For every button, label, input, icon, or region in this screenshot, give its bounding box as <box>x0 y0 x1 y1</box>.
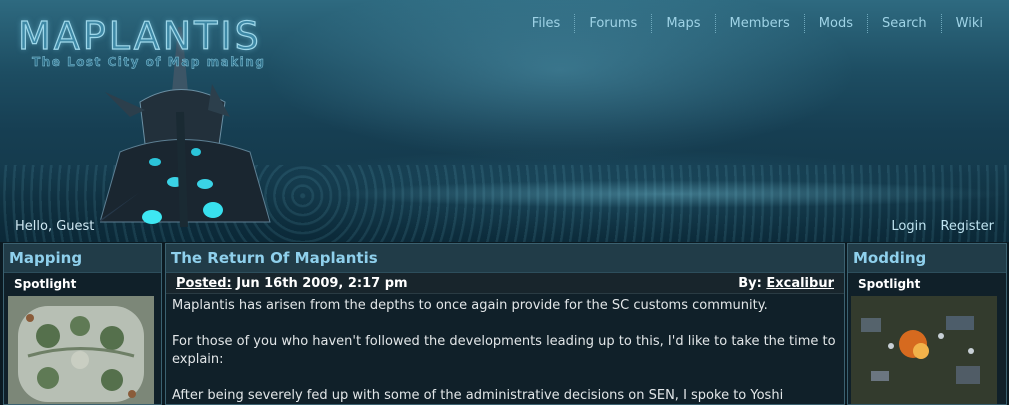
news-byline: By: Excalibur <box>738 276 834 291</box>
nav-forums[interactable]: Forums <box>574 14 651 33</box>
register-link[interactable]: Register <box>940 219 994 234</box>
account-links: Login Register <box>891 219 994 234</box>
mapping-spotlight-label: Spotlight <box>14 277 77 291</box>
nav-maps[interactable]: Maps <box>651 14 714 33</box>
nav-mods[interactable]: Mods <box>803 14 867 33</box>
site-logo[interactable]: MAPLANTIS <box>17 13 262 58</box>
news-posted: Posted: Jun 16th 2009, 2:17 pm <box>176 276 408 291</box>
mod-spotlight-image[interactable] <box>851 296 997 405</box>
author-link[interactable]: Excalibur <box>766 276 834 291</box>
news-panel: The Return Of Maplantis Posted: Jun 16th… <box>165 243 845 405</box>
posted-date: Jun 16th 2009, 2:17 pm <box>236 275 408 291</box>
banner-light-glow <box>330 180 1009 208</box>
map-spotlight-image[interactable] <box>8 296 154 405</box>
mapping-panel-title: Mapping <box>4 244 161 273</box>
nav-search[interactable]: Search <box>867 14 941 33</box>
news-paragraph: Maplantis has arisen from the depths to … <box>172 298 768 313</box>
login-link[interactable]: Login <box>891 219 926 234</box>
by-label: By: <box>738 275 762 291</box>
site-tagline: The Lost City of Map making <box>32 55 266 69</box>
news-paragraph: After being severely fed up with some of… <box>172 388 784 403</box>
nav-files[interactable]: Files <box>518 14 575 33</box>
user-greeting: Hello, Guest <box>15 219 95 234</box>
news-paragraph: For those of you who haven't followed th… <box>172 334 836 367</box>
modding-panel: Modding Spotlight <box>847 243 1007 405</box>
news-title[interactable]: The Return Of Maplantis <box>166 244 844 273</box>
nav-members[interactable]: Members <box>714 14 804 33</box>
main-navigation: Files Forums Maps Members Mods Search Wi… <box>518 14 997 33</box>
modding-spotlight-label: Spotlight <box>858 277 921 291</box>
modding-panel-title: Modding <box>848 244 1006 273</box>
news-body: Maplantis has arisen from the depths to … <box>166 294 844 404</box>
site-header-banner: MAPLANTIS The Lost City of Map making Fi… <box>0 0 1009 242</box>
mapping-panel: Mapping Spotlight <box>3 243 162 405</box>
posted-label: Posted: <box>176 275 232 291</box>
news-meta-bar: Posted: Jun 16th 2009, 2:17 pm By: Excal… <box>166 273 844 294</box>
nav-wiki[interactable]: Wiki <box>940 14 997 33</box>
